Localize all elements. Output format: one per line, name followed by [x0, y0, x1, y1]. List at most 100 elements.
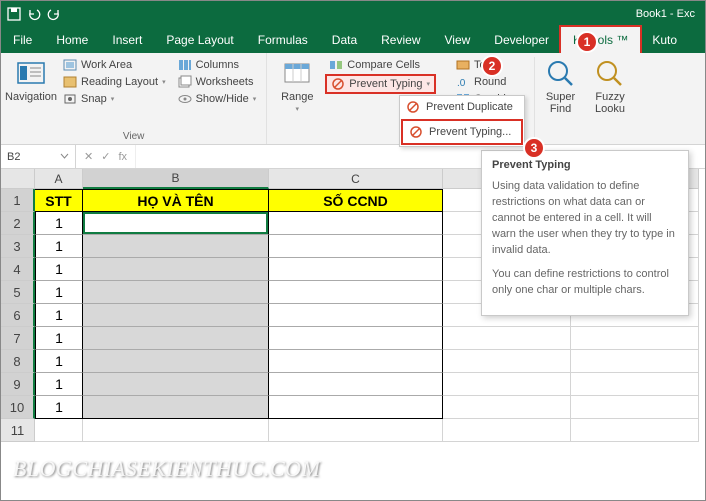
- cell-a4[interactable]: 1: [35, 258, 83, 281]
- tab-file[interactable]: File: [1, 27, 44, 53]
- cell-c1[interactable]: SỐ CCND: [269, 189, 443, 212]
- redo-icon[interactable]: [47, 7, 61, 21]
- undo-icon[interactable]: [27, 7, 41, 21]
- cell-b4[interactable]: [83, 258, 269, 281]
- window-title: Book1 - Exc: [636, 8, 699, 20]
- cell-e8[interactable]: [571, 350, 699, 373]
- prevent-typing-item[interactable]: Prevent Typing...: [401, 119, 523, 145]
- tab-home[interactable]: Home: [44, 27, 100, 53]
- prevent-duplicate-item[interactable]: Prevent Duplicate: [400, 96, 524, 118]
- cell-b2[interactable]: [83, 212, 269, 235]
- cell-a7[interactable]: 1: [35, 327, 83, 350]
- cell-b6[interactable]: [83, 304, 269, 327]
- cell-d7[interactable]: [443, 327, 571, 350]
- cell-e11[interactable]: [571, 419, 699, 442]
- super-find-button[interactable]: Super Find: [534, 57, 582, 142]
- row-head[interactable]: 9: [1, 373, 35, 396]
- cell-c3[interactable]: [269, 235, 443, 258]
- row-head[interactable]: 11: [1, 419, 35, 442]
- columns-button[interactable]: Columns: [174, 57, 261, 73]
- enter-icon[interactable]: ✓: [101, 150, 110, 163]
- cell-a2[interactable]: 1: [35, 212, 83, 235]
- cell-a6[interactable]: 1: [35, 304, 83, 327]
- cell-a1[interactable]: STT: [35, 189, 83, 212]
- cell-d10[interactable]: [443, 396, 571, 419]
- tab-data[interactable]: Data: [320, 27, 369, 53]
- cell-c8[interactable]: [269, 350, 443, 373]
- row-head[interactable]: 7: [1, 327, 35, 350]
- name-box[interactable]: B2: [1, 145, 76, 168]
- cell-b3[interactable]: [83, 235, 269, 258]
- compare-cells-button[interactable]: Compare Cells: [325, 57, 436, 73]
- navigation-icon: [16, 59, 46, 89]
- cell-e7[interactable]: [571, 327, 699, 350]
- prevent-typing-icon: [409, 125, 423, 139]
- watermark: BLOGCHIASEKIENTHUC.COM: [13, 456, 320, 482]
- row-head[interactable]: 3: [1, 235, 35, 258]
- worksheets-button[interactable]: Worksheets: [174, 74, 261, 90]
- snap-button[interactable]: Snap▾: [59, 91, 170, 107]
- row-head[interactable]: 6: [1, 304, 35, 327]
- prevent-icon: [331, 77, 345, 91]
- cell-b9[interactable]: [83, 373, 269, 396]
- workarea-icon: [63, 58, 77, 72]
- cell-b5[interactable]: [83, 281, 269, 304]
- cell-d11[interactable]: [443, 419, 571, 442]
- showhide-button[interactable]: Show/Hide▾: [174, 91, 261, 107]
- row-head[interactable]: 2: [1, 212, 35, 235]
- cell-d8[interactable]: [443, 350, 571, 373]
- cell-d9[interactable]: [443, 373, 571, 396]
- col-head-b[interactable]: B: [83, 169, 269, 189]
- cell-a3[interactable]: 1: [35, 235, 83, 258]
- cell-c11[interactable]: [269, 419, 443, 442]
- cell-c7[interactable]: [269, 327, 443, 350]
- fuzzy-lookup-button[interactable]: Fuzzy Looku: [586, 57, 634, 142]
- cell-c4[interactable]: [269, 258, 443, 281]
- cell-e9[interactable]: [571, 373, 699, 396]
- tab-review[interactable]: Review: [369, 27, 432, 53]
- tooltip-p1: Using data validation to define restrict…: [492, 179, 678, 259]
- tab-formulas[interactable]: Formulas: [246, 27, 320, 53]
- row-head[interactable]: 4: [1, 258, 35, 281]
- cell-b11[interactable]: [83, 419, 269, 442]
- row-head[interactable]: 5: [1, 281, 35, 304]
- tab-insert[interactable]: Insert: [100, 27, 154, 53]
- cell-a8[interactable]: 1: [35, 350, 83, 373]
- cell-e10[interactable]: [571, 396, 699, 419]
- cell-a10[interactable]: 1: [35, 396, 83, 419]
- tab-kutools[interactable]: Kutools ™: [561, 27, 640, 53]
- cell-b8[interactable]: [83, 350, 269, 373]
- navigation-button[interactable]: Navigation: [7, 57, 55, 129]
- work-area-button[interactable]: Work Area: [59, 57, 170, 73]
- cell-b1[interactable]: HỌ VÀ TÊN: [83, 189, 269, 212]
- cell-b10[interactable]: [83, 396, 269, 419]
- tab-kutools-plus[interactable]: Kuto: [640, 27, 689, 53]
- cell-c10[interactable]: [269, 396, 443, 419]
- col-head-a[interactable]: A: [35, 169, 83, 189]
- row-head[interactable]: 8: [1, 350, 35, 373]
- tab-developer[interactable]: Developer: [482, 27, 561, 53]
- cell-c2[interactable]: [269, 212, 443, 235]
- cell-a11[interactable]: [35, 419, 83, 442]
- cell-c6[interactable]: [269, 304, 443, 327]
- prevent-typing-button[interactable]: Prevent Typing▾: [325, 74, 436, 94]
- fx-icon[interactable]: fx: [118, 151, 127, 163]
- cell-b7[interactable]: [83, 327, 269, 350]
- cancel-icon[interactable]: ✕: [84, 150, 93, 163]
- cell-c5[interactable]: [269, 281, 443, 304]
- reading-layout-button[interactable]: Reading Layout▾: [59, 74, 170, 90]
- title-bar: Book1 - Exc: [1, 1, 705, 27]
- round-button[interactable]: .0Round: [452, 74, 522, 90]
- range-button[interactable]: Range ▾: [273, 57, 321, 142]
- range-label: Range: [281, 91, 313, 103]
- cell-a5[interactable]: 1: [35, 281, 83, 304]
- col-head-c[interactable]: C: [269, 169, 443, 189]
- tab-page-layout[interactable]: Page Layout: [154, 27, 245, 53]
- cell-c9[interactable]: [269, 373, 443, 396]
- cell-a9[interactable]: 1: [35, 373, 83, 396]
- save-icon[interactable]: [7, 7, 21, 21]
- row-head[interactable]: 1: [1, 189, 35, 212]
- tab-view[interactable]: View: [433, 27, 483, 53]
- select-all-corner[interactable]: [1, 169, 35, 189]
- row-head[interactable]: 10: [1, 396, 35, 419]
